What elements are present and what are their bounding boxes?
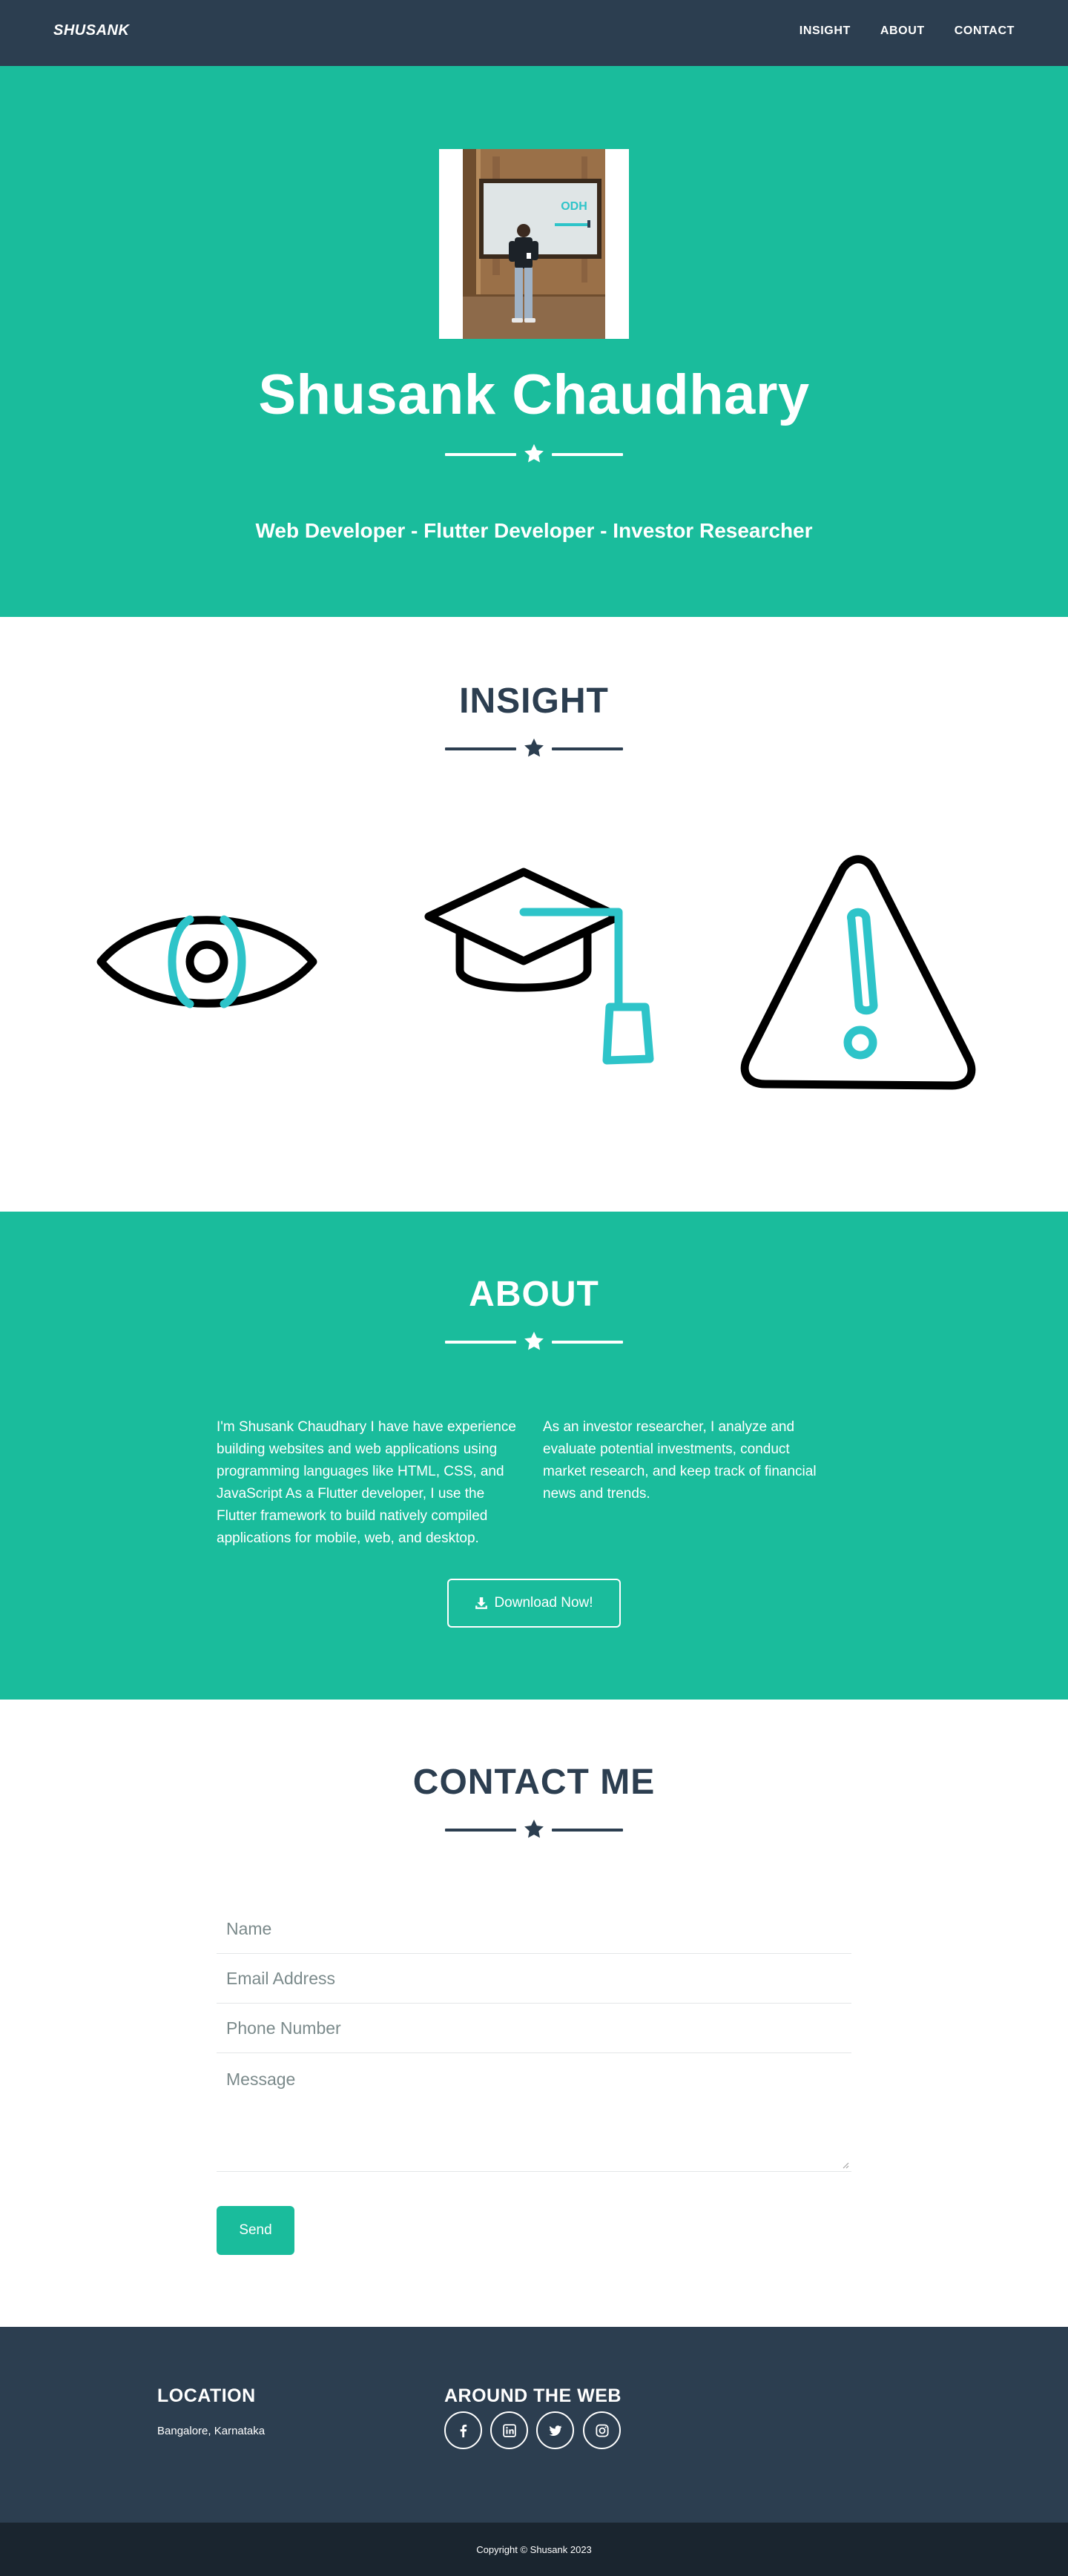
about-line: applications for mobile, web, and deskto… — [217, 1530, 479, 1546]
nav-link-insight[interactable]: INSIGHT — [800, 24, 851, 38]
contact-heading: CONTACT ME — [412, 1763, 656, 1802]
star-icon — [524, 1819, 544, 1838]
divider-line — [552, 1829, 623, 1832]
location-heading: LOCATION — [157, 2385, 256, 2406]
linkedin-button[interactable] — [490, 2411, 528, 2449]
download-button[interactable]: Download Now! — [447, 1579, 621, 1628]
avatar: ODH — [439, 149, 629, 339]
eye-icon — [96, 915, 317, 1008]
nav-link-contact[interactable]: CONTACT — [955, 24, 1015, 38]
send-button[interactable]: Send — [217, 2206, 294, 2255]
photo-screen-text: ODH — [561, 200, 587, 213]
twitter-button[interactable] — [536, 2411, 574, 2449]
resize-handle-icon[interactable] — [842, 2161, 849, 2169]
email-field-wrapper — [217, 1954, 851, 2004]
about-line: JavaScript As a Flutter developer, I use… — [217, 1486, 485, 1502]
divider-line — [552, 747, 623, 750]
divider-line — [552, 453, 623, 456]
nav-links: INSIGHT ABOUT CONTACT — [800, 24, 1015, 38]
about-section: ABOUT I'm Shusank Chaudhary I have have … — [0, 1212, 1068, 1700]
about-text-right: As an investor researcher, I analyze and… — [543, 1416, 854, 1505]
star-divider — [445, 1818, 623, 1840]
about-line: building websites and web applications u… — [217, 1441, 498, 1457]
about-line: evaluate potential investments, conduct — [543, 1441, 790, 1457]
about-line: As an investor researcher, I analyze and — [543, 1419, 795, 1435]
instagram-button[interactable] — [583, 2411, 621, 2449]
star-divider — [445, 1330, 623, 1353]
about-line: programming languages like HTML, CSS, an… — [217, 1464, 504, 1479]
divider-line — [552, 1341, 623, 1344]
email-input[interactable] — [217, 1954, 851, 2003]
name-input[interactable] — [217, 1904, 851, 1953]
facebook-button[interactable] — [444, 2411, 482, 2449]
star-icon — [524, 738, 544, 757]
phone-field-wrapper — [217, 2004, 851, 2053]
copyright-text: Copyright © Shusank 2023 — [476, 2543, 592, 2555]
star-divider — [445, 443, 623, 465]
brand-logo[interactable]: SHUSANK — [53, 22, 129, 39]
facebook-icon — [460, 2424, 467, 2437]
star-icon — [524, 443, 544, 463]
about-line: Flutter framework to build natively comp… — [217, 1508, 488, 1524]
about-line: I'm Shusank Chaudhary I have have experi… — [217, 1419, 516, 1435]
star-divider — [445, 737, 623, 759]
around-the-web-heading: AROUND THE WEB — [444, 2385, 622, 2406]
copyright-bar: Copyright © Shusank 2023 — [0, 2523, 1068, 2576]
about-heading: ABOUT — [469, 1275, 599, 1314]
divider-line — [445, 747, 516, 750]
twitter-icon — [549, 2425, 561, 2436]
star-icon — [524, 1331, 544, 1350]
name-field-wrapper — [217, 1904, 851, 1954]
profile-photo: ODH — [463, 149, 605, 339]
download-icon — [475, 1597, 488, 1609]
message-textarea[interactable] — [217, 2053, 851, 2171]
graduation-cap-icon — [424, 868, 654, 1065]
insight-heading: INSIGHT — [459, 681, 609, 721]
about-line: news and trends. — [543, 1486, 650, 1502]
location-text: Bangalore, Karnataka — [157, 2425, 266, 2437]
download-label: Download Now! — [494, 1595, 593, 1611]
about-line: market research, and keep track of finan… — [543, 1464, 817, 1479]
footer: LOCATION Bangalore, Karnataka AROUND THE… — [0, 2327, 1068, 2523]
page-title: Shusank Chaudhary — [258, 363, 810, 426]
phone-input[interactable] — [217, 2004, 851, 2052]
divider-line — [445, 1341, 516, 1344]
instagram-icon — [595, 2423, 609, 2437]
warning-icon — [740, 855, 976, 1090]
masthead: ODH Shusank Chaudhary Web Developer - Fl… — [0, 66, 1068, 617]
navbar: SHUSANK INSIGHT ABOUT CONTACT — [0, 0, 1068, 66]
message-field-wrapper — [217, 2053, 851, 2172]
linkedin-icon — [502, 2423, 516, 2437]
about-text-left: I'm Shusank Chaudhary I have have experi… — [217, 1416, 528, 1550]
divider-line — [445, 1829, 516, 1832]
divider-line — [445, 453, 516, 456]
page-subtitle: Web Developer - Flutter Developer - Inve… — [255, 519, 813, 542]
nav-link-about[interactable]: ABOUT — [880, 24, 925, 38]
